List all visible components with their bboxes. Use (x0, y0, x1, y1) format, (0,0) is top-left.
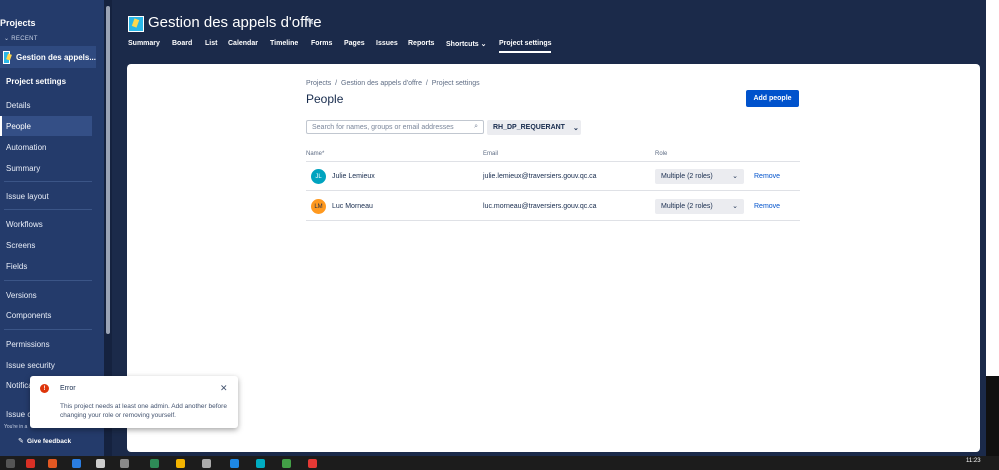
breadcrumb: Projects / Gestion des appels d'offre / … (306, 80, 480, 87)
taskbar-app-icon[interactable] (26, 459, 35, 468)
add-people-button[interactable]: Add people (746, 90, 799, 107)
sidebar-active-indicator (0, 116, 2, 136)
error-icon: ! (40, 384, 49, 393)
project-avatar-icon (128, 16, 144, 32)
nav-forms[interactable]: Forms (311, 40, 332, 47)
sidebar-divider (4, 181, 92, 182)
nav-issues[interactable]: Issues (376, 40, 398, 47)
header-divider (306, 161, 800, 162)
taskbar-app-icon[interactable] (256, 459, 265, 468)
scrollbar-thumb[interactable] (106, 6, 110, 334)
column-header-email: Email (483, 151, 499, 157)
sidebar-divider (4, 209, 92, 210)
row-divider (306, 220, 800, 221)
taskbar-app-icon[interactable] (230, 459, 239, 468)
person-email: julie.lemieux@traversiers.gouv.qc.ca (483, 173, 597, 180)
chevron-down-icon: ⌄ (480, 41, 487, 48)
sidebar-project[interactable]: Gestion des appels... (0, 46, 96, 68)
chevron-down-icon: ⌄ (732, 173, 738, 180)
give-feedback-link[interactable]: Give feedback (27, 438, 71, 445)
role-value: Multiple (2 roles) (661, 173, 713, 180)
nav-shortcuts[interactable]: Shortcuts ⌄ (446, 40, 487, 48)
sidebar-footer-text: You're in a (4, 424, 28, 430)
row-divider (306, 190, 800, 191)
nav-summary[interactable]: Summary (128, 40, 160, 47)
chevron-down-icon: ⌄ (572, 124, 579, 132)
person-name: Luc Morneau (332, 203, 373, 210)
nav-calendar[interactable]: Calendar (228, 40, 258, 47)
nav-pages[interactable]: Pages (344, 40, 365, 47)
sidebar-item-screens[interactable]: Screens (6, 241, 35, 250)
sidebar-item-people[interactable]: People (6, 122, 31, 131)
project-avatar-icon (3, 50, 10, 64)
sidebar-item-permissions[interactable]: Permissions (6, 340, 50, 349)
taskbar-app-icon[interactable] (96, 459, 105, 468)
nav-list[interactable]: List (205, 40, 217, 47)
sidebar-item-issue-layout[interactable]: Issue layout (6, 192, 49, 201)
taskbar-app-icon[interactable] (282, 459, 291, 468)
active-tab-indicator (499, 51, 551, 53)
nav-board[interactable]: Board (172, 40, 192, 47)
sidebar-project-name: Gestion des appels... (15, 52, 96, 62)
search-icon: ⌕ (474, 123, 478, 130)
role-dropdown[interactable]: Multiple (2 roles) ⌄ (655, 199, 744, 214)
sidebar-item-issue-security[interactable]: Issue security (6, 361, 55, 370)
main-content: Projects / Gestion des appels d'offre / … (127, 64, 980, 452)
background-window (986, 0, 999, 470)
sidebar-item-workflows[interactable]: Workflows (6, 220, 43, 229)
page-title: People (306, 92, 344, 106)
sidebar-divider (4, 329, 92, 330)
taskbar-clock: 11:23 (966, 458, 981, 464)
sidebar-item-versions[interactable]: Versions (6, 291, 37, 300)
avatar: LM (311, 199, 326, 214)
remove-link[interactable]: Remove (754, 203, 780, 210)
nav-timeline[interactable]: Timeline (270, 40, 298, 47)
role-value: Multiple (2 roles) (661, 203, 713, 210)
search-input[interactable]: Search for names, groups or email addres… (306, 120, 484, 134)
os-taskbar: 11:23 (0, 456, 999, 470)
person-email: luc.morneau@traversiers.gouv.qc.ca (483, 203, 597, 210)
sidebar-divider (4, 280, 92, 281)
error-title: Error (60, 385, 76, 392)
breadcrumb-project[interactable]: Gestion des appels d'offre (341, 80, 422, 87)
avatar: JL (311, 169, 326, 184)
chevron-down-icon: ⌄ (732, 203, 738, 210)
taskbar-app-icon[interactable] (202, 459, 211, 468)
taskbar-app-icon[interactable] (150, 459, 159, 468)
sidebar-item-summary[interactable]: Summary (6, 164, 40, 173)
breadcrumb-project-settings[interactable]: Project settings (432, 80, 480, 87)
breadcrumb-projects[interactable]: Projects (306, 80, 331, 87)
taskbar-app-icon[interactable] (120, 459, 129, 468)
person-name: Julie Lemieux (332, 173, 375, 180)
background-window-block (986, 376, 999, 460)
taskbar-app-icon[interactable] (72, 459, 81, 468)
role-dropdown[interactable]: Multiple (2 roles) ⌄ (655, 169, 744, 184)
error-flag: ! Error ✕ This project needs at least on… (30, 376, 238, 428)
project-title: Gestion des appels d'offre (148, 14, 322, 31)
error-message: This project needs at least one admin. A… (60, 403, 227, 419)
column-header-role: Role (655, 151, 668, 157)
sidebar-item-automation[interactable]: Automation (6, 143, 46, 152)
taskbar-app-icon[interactable] (308, 459, 317, 468)
group-filter-dropdown[interactable]: RH_DP_REQUERANT ⌄ (487, 120, 581, 135)
column-header-name[interactable]: Name* (306, 151, 324, 157)
megaphone-icon: ✎ (18, 438, 24, 445)
taskbar-app-icon[interactable] (176, 459, 185, 468)
sidebar-header[interactable]: Projects (0, 18, 36, 28)
sidebar-item-fields[interactable]: Fields (6, 262, 27, 271)
sidebar-item-components[interactable]: Components (6, 311, 51, 320)
sidebar-item-details[interactable]: Details (6, 101, 30, 110)
pin-icon[interactable]: ✎ (306, 17, 314, 28)
taskbar-app-icon[interactable] (48, 459, 57, 468)
nav-project-settings[interactable]: Project settings (499, 40, 552, 47)
close-icon[interactable]: ✕ (220, 383, 228, 394)
taskbar-app-icon[interactable] (6, 459, 15, 468)
project-header: Gestion des appels d'offre ✎ Summary Boa… (112, 0, 986, 58)
remove-link[interactable]: Remove (754, 173, 780, 180)
recent-label[interactable]: ⌄ RECENT (4, 35, 38, 42)
group-filter-value: RH_DP_REQUERANT (493, 124, 565, 131)
search-placeholder: Search for names, groups or email addres… (312, 123, 454, 131)
nav-reports[interactable]: Reports (408, 40, 434, 47)
sidebar-section-project-settings: Project settings (6, 77, 67, 86)
